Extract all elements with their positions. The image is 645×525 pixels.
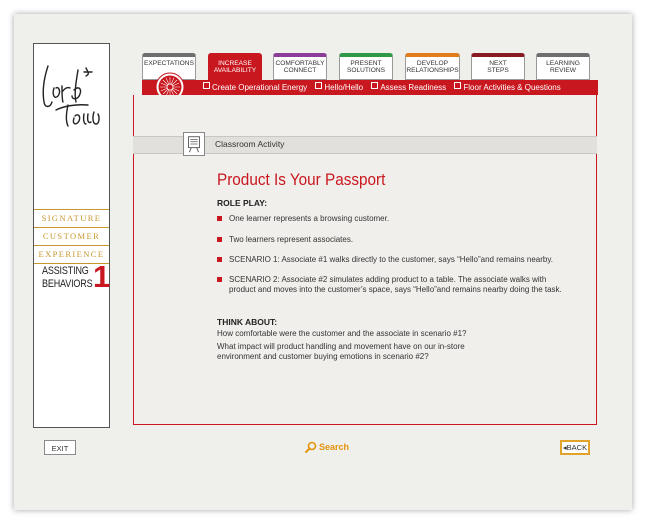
exit-button[interactable]: EXIT — [44, 440, 76, 455]
bullet-icon — [217, 216, 222, 221]
signature-customer-experience: SIGNATURE CUSTOMER EXPERIENCE — [34, 209, 109, 264]
module-title: ASSISTING BEHAVIORS 1 — [42, 259, 111, 295]
think-question-2: What impact will product handling and mo… — [217, 342, 465, 361]
flipchart-icon — [183, 132, 205, 156]
module-title-line-2: BEHAVIORS — [42, 278, 93, 290]
back-button[interactable]: ◂BACK — [560, 440, 590, 455]
module-title-line-1: ASSISTING — [42, 265, 89, 277]
tab-next-steps[interactable]: NEXT STEPS — [471, 53, 525, 80]
tab-label: NEXT — [489, 60, 507, 67]
tab-label: SOLUTIONS — [346, 67, 386, 74]
tab-label: REVIEW — [549, 67, 576, 74]
checkbox-icon — [371, 82, 379, 89]
checkbox-icon — [315, 82, 323, 89]
page-title: Product Is Your Passport — [217, 170, 386, 189]
sidebar: SIGNATURE CUSTOMER EXPERIENCE ASSISTING … — [33, 43, 110, 428]
brand-line: CUSTOMER — [34, 228, 109, 246]
tab-label: RELATIONSHIPS — [406, 67, 459, 74]
module-number: 1 — [93, 259, 111, 294]
search-icon — [305, 441, 317, 453]
role-play-heading: ROLE PLAY: — [217, 198, 268, 208]
checkbox-icon — [203, 82, 210, 89]
search-label: Search — [319, 442, 350, 452]
tab-comfortably-connect[interactable]: COMFORTABLY CONNECT — [273, 53, 327, 80]
think-question-1: How comfortable were the customer and th… — [217, 329, 467, 338]
bullet-icon — [217, 257, 222, 262]
brand-line: SIGNATURE — [34, 209, 109, 228]
activity-label: Classroom Activity — [215, 139, 285, 149]
subnav-item-create-operational-energy[interactable]: Create Operational Energy — [203, 82, 307, 92]
tab-label: EXPECTATIONS — [144, 60, 194, 67]
subnav-item-floor-activities[interactable]: Floor Activities & Questions — [454, 82, 561, 92]
bullet-icon — [217, 237, 222, 242]
checkbox-icon — [454, 82, 462, 89]
search-button[interactable]: Search — [305, 441, 349, 453]
bullet-icon — [217, 277, 222, 282]
lord-and-taylor-logo — [42, 65, 100, 127]
tab-label: CONNECT — [283, 67, 317, 74]
subnav-item-assess-readiness[interactable]: Assess Readiness — [371, 82, 446, 92]
tab-label: COMFORTABLY — [275, 60, 325, 67]
tab-label: INCREASE — [218, 60, 252, 67]
tab-label: STEPS — [487, 67, 509, 74]
tab-label: DEVELOP — [416, 60, 449, 67]
subnav: Create Operational Energy Hello/Hello As… — [203, 82, 567, 92]
tab-label: PRESENT — [350, 60, 382, 67]
tab-learning-review[interactable]: LEARNING REVIEW — [536, 53, 590, 80]
tab-present-solutions[interactable]: PRESENT SOLUTIONS — [339, 53, 393, 80]
tab-label: AVAILABILITY — [213, 67, 257, 74]
tab-develop-relationships[interactable]: DEVELOP RELATIONSHIPS — [405, 53, 460, 80]
section-tabs: EXPECTATIONS INCREASE AVAILABILITY COMFOR… — [142, 53, 598, 81]
tab-increase-availability[interactable]: INCREASE AVAILABILITY — [208, 53, 262, 81]
think-about-heading: THINK ABOUT: — [217, 317, 278, 327]
tab-label: LEARNING — [546, 60, 580, 67]
subnav-item-hello-hello[interactable]: Hello/Hello — [315, 82, 363, 92]
